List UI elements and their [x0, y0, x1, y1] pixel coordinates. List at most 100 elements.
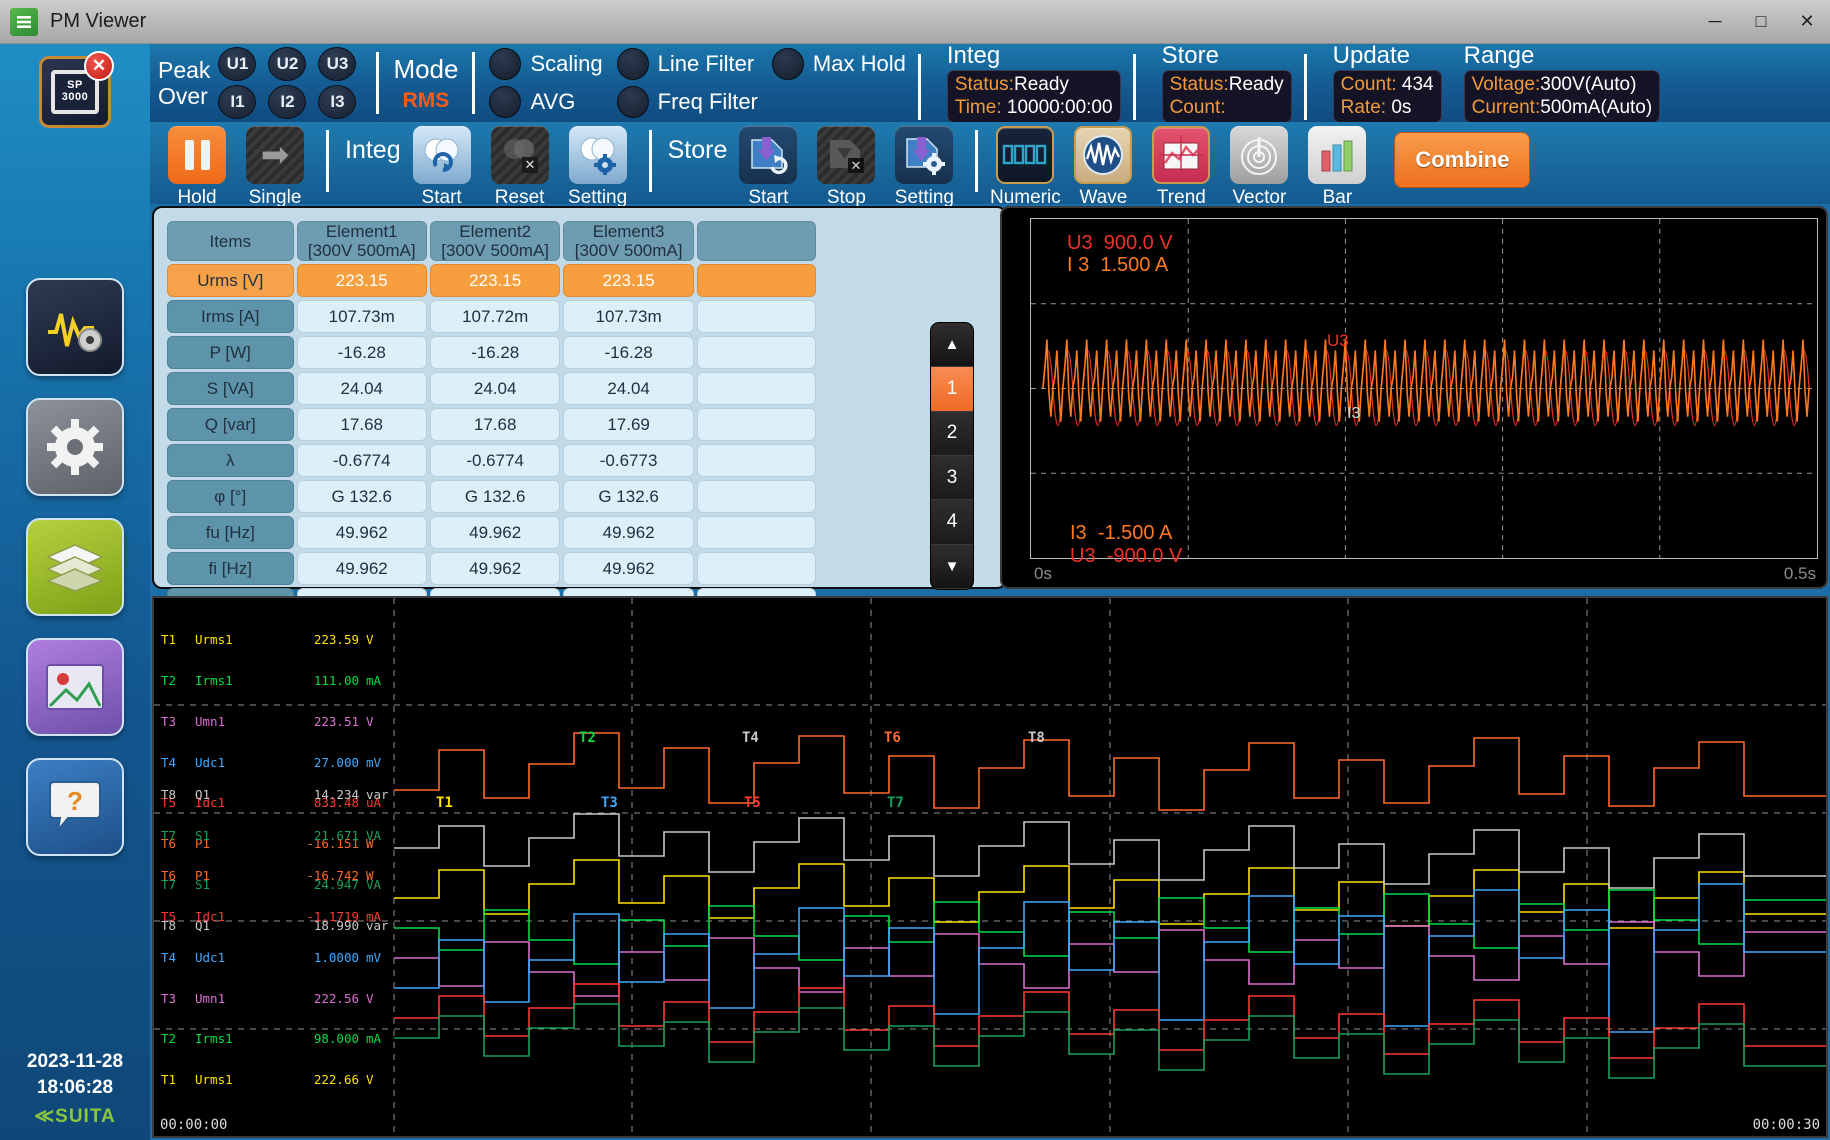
legend-tag: T6 — [161, 869, 195, 883]
sidebar-item-help[interactable]: ? — [26, 758, 124, 856]
toolbar-button-integ-start[interactable]: Start — [405, 126, 479, 209]
cell-empty — [697, 264, 816, 297]
cell-element2: -0.6774 — [430, 444, 560, 477]
filter-indicator-grid: Scaling Line Filter Max Hold AVG Freq Fi… — [489, 48, 905, 118]
page-down-button[interactable]: ▼ — [931, 545, 973, 589]
cell-element1: 107.73m — [297, 300, 427, 333]
toolbar-button-store-stop[interactable]: ✕ Stop — [809, 126, 883, 209]
store-setting-icon — [895, 126, 953, 184]
legend-name: Umn1 — [195, 715, 281, 729]
toolbar-button-numeric[interactable]: Numeric — [988, 126, 1062, 209]
sidebar-item-screenshot[interactable] — [26, 638, 124, 736]
header-element3-range: [300V 500mA] — [564, 241, 692, 260]
legend-value: -1.1719 — [281, 910, 359, 924]
table-row[interactable]: fi [Hz] 49.962 49.962 49.962 — [167, 552, 816, 585]
toolbar-button-trend[interactable]: Trend — [1144, 126, 1218, 209]
sidebar-item-system-settings[interactable] — [26, 398, 124, 496]
cell-empty — [697, 408, 816, 441]
update-group-title: Update — [1333, 43, 1442, 68]
table-row[interactable]: P [W] -16.28 -16.28 -16.28 — [167, 336, 816, 369]
wave-bottom-label-u3: U3 -900.0 V — [1070, 545, 1182, 568]
legend-tag: T2 — [161, 674, 195, 688]
legend-unit: V — [359, 715, 403, 729]
legend-row: T1Urms1222.66V — [161, 1073, 403, 1087]
toolbar-button-hold[interactable]: Hold — [160, 126, 234, 209]
integ-reset-icon: ✕ — [491, 126, 549, 184]
toolbar-button-integ-setting[interactable]: Setting — [561, 126, 635, 209]
brand-name: SUITA — [55, 1106, 116, 1127]
page-button-4[interactable]: 4 — [931, 500, 973, 544]
avg-label: AVG — [530, 89, 575, 115]
close-button[interactable]: ✕ — [1784, 0, 1830, 43]
table-row[interactable]: Q [var] 17.68 17.68 17.69 — [167, 408, 816, 441]
table-row[interactable]: λ -0.6774 -0.6774 -0.6773 — [167, 444, 816, 477]
maximize-button[interactable]: □ — [1738, 0, 1784, 43]
trend-display-panel[interactable]: T1Urms1223.59V T2Irms1111.00mA T3Umn1223… — [152, 596, 1828, 1138]
toolbar-button-vector[interactable]: Vector — [1222, 126, 1296, 209]
store-status-row: Status:Ready — [1170, 74, 1284, 96]
combine-button[interactable]: Combine — [1394, 132, 1530, 188]
over-label: Over — [158, 83, 210, 109]
page-button-1[interactable]: 1 — [931, 367, 973, 411]
cell-element2: 17.68 — [430, 408, 560, 441]
table-row[interactable]: Urms [V] 223.15 223.15 223.15 — [167, 264, 816, 297]
cell-element2: 24.04 — [430, 372, 560, 405]
page-button-3[interactable]: 3 — [931, 456, 973, 500]
legend-name: Irms1 — [195, 674, 281, 688]
legend-value: 222.66 — [281, 1073, 359, 1087]
header-items-line1: Items — [168, 232, 293, 251]
line-filter-led-icon — [617, 48, 649, 80]
legend-tag: T7 — [161, 829, 195, 843]
status-control-bar: Peak Over U1 U2 U3 I1 I2 I3 Mode RMS Sca… — [150, 44, 1830, 122]
window-title: PM Viewer — [50, 10, 146, 33]
store-start-icon — [739, 126, 797, 184]
wave-display-icon — [1074, 126, 1132, 184]
store-count-row: Count: — [1170, 97, 1284, 119]
page-button-2[interactable]: 2 — [931, 412, 973, 456]
minimize-button[interactable]: ─ — [1692, 0, 1738, 43]
table-row[interactable]: φ [°] G 132.6 G 132.6 G 132.6 — [167, 480, 816, 513]
legend-name: Irms1 — [195, 1032, 281, 1046]
header-element1-name: Element1 — [298, 222, 426, 241]
sidebar-clock: 2023-11-28 18:06:28 ≪SUITA — [27, 1049, 123, 1130]
toolbar-button-wave[interactable]: Wave — [1066, 126, 1140, 209]
legend-row: T1Urms1223.59V — [161, 633, 403, 647]
svg-text:✕: ✕ — [524, 157, 535, 172]
sidebar-item-data-files[interactable] — [26, 518, 124, 616]
toolbar-button-bar[interactable]: Bar — [1300, 126, 1374, 209]
legend-unit: mA — [359, 910, 403, 924]
waveform-gear-icon — [44, 298, 106, 356]
cell-empty — [697, 552, 816, 585]
table-row[interactable]: fu [Hz] 49.962 49.962 49.962 — [167, 516, 816, 549]
page-up-button[interactable]: ▲ — [931, 323, 973, 367]
legend-row: T4Udc11.0000mV — [161, 951, 403, 965]
cell-element2: G 132.6 — [430, 480, 560, 513]
toolbar-button-integ-reset[interactable]: ✕ Reset — [483, 126, 557, 209]
sidebar-item-waveform-settings[interactable] — [26, 278, 124, 376]
integ-time-value: 10000:00:00 — [1007, 97, 1113, 118]
integ-status-key: Status: — [955, 74, 1014, 95]
trace-marker-t3: T3 — [601, 795, 618, 811]
legend-row: T2Irms1111.00mA — [161, 674, 403, 688]
legend-tag: T5 — [161, 910, 195, 924]
legend-unit: VA — [359, 829, 403, 843]
legend-tag: T3 — [161, 992, 195, 1006]
table-row[interactable]: S [VA] 24.04 24.04 24.04 — [167, 372, 816, 405]
waveform-display-panel[interactable]: U3 I3 U3 900.0 V I 3 1.500 A I3 -1.500 A… — [1000, 206, 1828, 589]
table-row[interactable]: Irms [A] 107.73m 107.72m 107.73m — [167, 300, 816, 333]
cell-element1: 223.15 — [297, 264, 427, 297]
toolbar-button-store-setting[interactable]: Setting — [887, 126, 961, 209]
device-status-icon[interactable]: SP 3000 ✕ — [39, 56, 111, 128]
freq-filter-led-icon — [617, 86, 649, 118]
toolbar-button-single[interactable]: ➡ Single — [238, 126, 312, 209]
cell-empty — [697, 480, 816, 513]
legend-row: T6P1-16.742W — [161, 869, 403, 883]
toolbar-button-store-start[interactable]: Start — [731, 126, 805, 209]
divider — [918, 54, 921, 120]
row-item-label: P [W] — [167, 336, 294, 369]
divider — [1304, 54, 1307, 120]
store-status-panel: Status:Ready Count: — [1162, 70, 1292, 123]
integ-time-key: Time: — [955, 97, 1002, 118]
header-element2-name: Element2 — [431, 222, 559, 241]
wave-i3-min-value: -1.500 A — [1098, 522, 1173, 544]
